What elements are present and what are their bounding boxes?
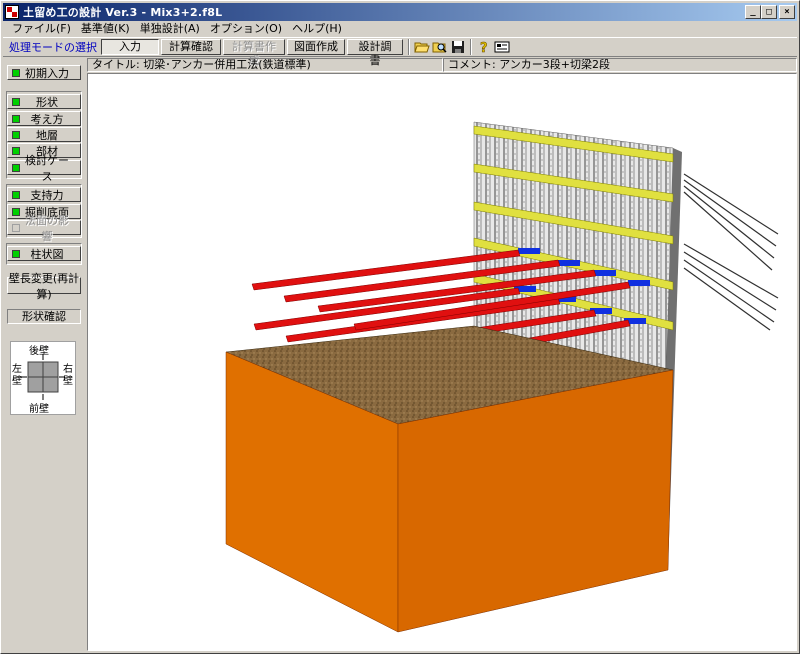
menu-options[interactable]: オプション(O): [205, 21, 287, 37]
status-lamp: [12, 249, 20, 258]
wall-length-change-button[interactable]: 壁長変更(再計算): [7, 272, 81, 301]
slope-influence-button[interactable]: 法面の影響: [7, 214, 81, 243]
status-lamp: [12, 190, 20, 199]
initial-input-button[interactable]: 初期入力: [7, 65, 81, 80]
toolbar: 処理モードの選択 入力 計算確認 計算書作成 図面作成 設計調書 ?: [3, 37, 797, 67]
project-title: タイトル: 切梁･アンカー併用工法(鉄道標準): [87, 58, 443, 72]
help-icon[interactable]: ?: [475, 39, 492, 55]
drawing-create-button[interactable]: 図面作成: [287, 39, 345, 55]
concept-button[interactable]: 考え方: [7, 111, 81, 126]
save-icon[interactable]: [449, 39, 466, 55]
orientation-diagram[interactable]: 後壁 前壁 左壁 右壁: [10, 341, 76, 415]
close-button[interactable]: ×: [779, 5, 795, 19]
toolbar-separator: [470, 39, 472, 55]
maximize-button[interactable]: □: [761, 5, 777, 19]
right-wall-label: 右壁: [63, 364, 73, 387]
menu-file[interactable]: ファイル(F): [7, 21, 76, 37]
status-lamp: [12, 97, 20, 106]
calc-check-button[interactable]: 計算確認: [161, 39, 221, 55]
front-wall-label: 前壁: [29, 404, 49, 415]
app-icon: [5, 5, 19, 19]
wall-length-change-label: 壁長変更(再計算): [8, 271, 80, 301]
status-lamp: [12, 68, 20, 77]
column-chart-label: 柱状図: [30, 247, 64, 261]
search-folder-icon[interactable]: [431, 39, 448, 55]
window-title: 土留め工の設計 Ver.3 - Mix3+2.f8L: [23, 6, 223, 19]
status-lamp: [12, 163, 20, 172]
slope-influence-label: 法面の影響: [25, 213, 69, 243]
status-lamp: [12, 146, 20, 155]
status-lamp: [12, 114, 20, 123]
ground-button[interactable]: 地層: [7, 127, 81, 142]
bearing-button[interactable]: 支持力: [7, 187, 81, 202]
column-chart-button[interactable]: 柱状図: [7, 246, 81, 261]
shape-button[interactable]: 形状: [7, 94, 81, 109]
shape-label: 形状: [36, 95, 58, 109]
info-icon[interactable]: [493, 39, 510, 55]
menu-bar: ファイル(F) 基準値(K) 単独設計(A) オプション(O) ヘルプ(H): [3, 21, 797, 37]
check-case-label: 検討ケース: [25, 153, 69, 183]
anchor-rods: [683, 173, 779, 331]
title-bar[interactable]: 土留め工の設計 Ver.3 - Mix3+2.f8L _ □ ×: [3, 3, 797, 21]
menu-single-design[interactable]: 単独設計(A): [135, 21, 205, 37]
input-mode-button[interactable]: 入力: [101, 39, 159, 55]
project-comment: コメント: アンカー3段+切梁2段: [443, 58, 797, 72]
app-window: 土留め工の設計 Ver.3 - Mix3+2.f8L _ □ × ファイル(F)…: [0, 0, 800, 654]
menu-help[interactable]: ヘルプ(H): [287, 21, 347, 37]
initial-input-label: 初期入力: [25, 66, 69, 80]
mode-select-label: 処理モードの選択: [9, 41, 97, 54]
status-lamp: [12, 130, 20, 139]
3d-viewport[interactable]: [87, 73, 797, 651]
back-wall-label: 後壁: [29, 346, 49, 357]
design-record-button[interactable]: 設計調書: [347, 39, 403, 67]
menu-standard-values[interactable]: 基準値(K): [76, 21, 135, 37]
left-panel: 初期入力 形状 考え方 地層 部材 検討ケース 支持力 掘削底面 法面の影響 柱…: [3, 59, 85, 653]
left-wall-label: 左壁: [12, 364, 22, 387]
bearing-label: 支持力: [30, 188, 64, 202]
toolbar-separator: [408, 39, 410, 55]
report-create-button[interactable]: 計算書作成: [223, 39, 285, 67]
svg-text:?: ?: [480, 41, 488, 54]
status-lamp: [12, 223, 20, 232]
3d-model-view: [225, 121, 779, 633]
info-bar: タイトル: 切梁･アンカー併用工法(鉄道標準) コメント: アンカー3段+切梁2…: [87, 58, 797, 72]
status-lamp: [12, 207, 20, 216]
open-folder-icon[interactable]: [413, 39, 430, 55]
shape-check-label: 形状確認: [7, 309, 81, 324]
check-case-button[interactable]: 検討ケース: [7, 154, 81, 183]
minimize-button[interactable]: _: [745, 5, 761, 19]
window-controls: _ □ ×: [745, 5, 795, 19]
concept-label: 考え方: [30, 112, 64, 126]
ground-label: 地層: [36, 128, 58, 142]
